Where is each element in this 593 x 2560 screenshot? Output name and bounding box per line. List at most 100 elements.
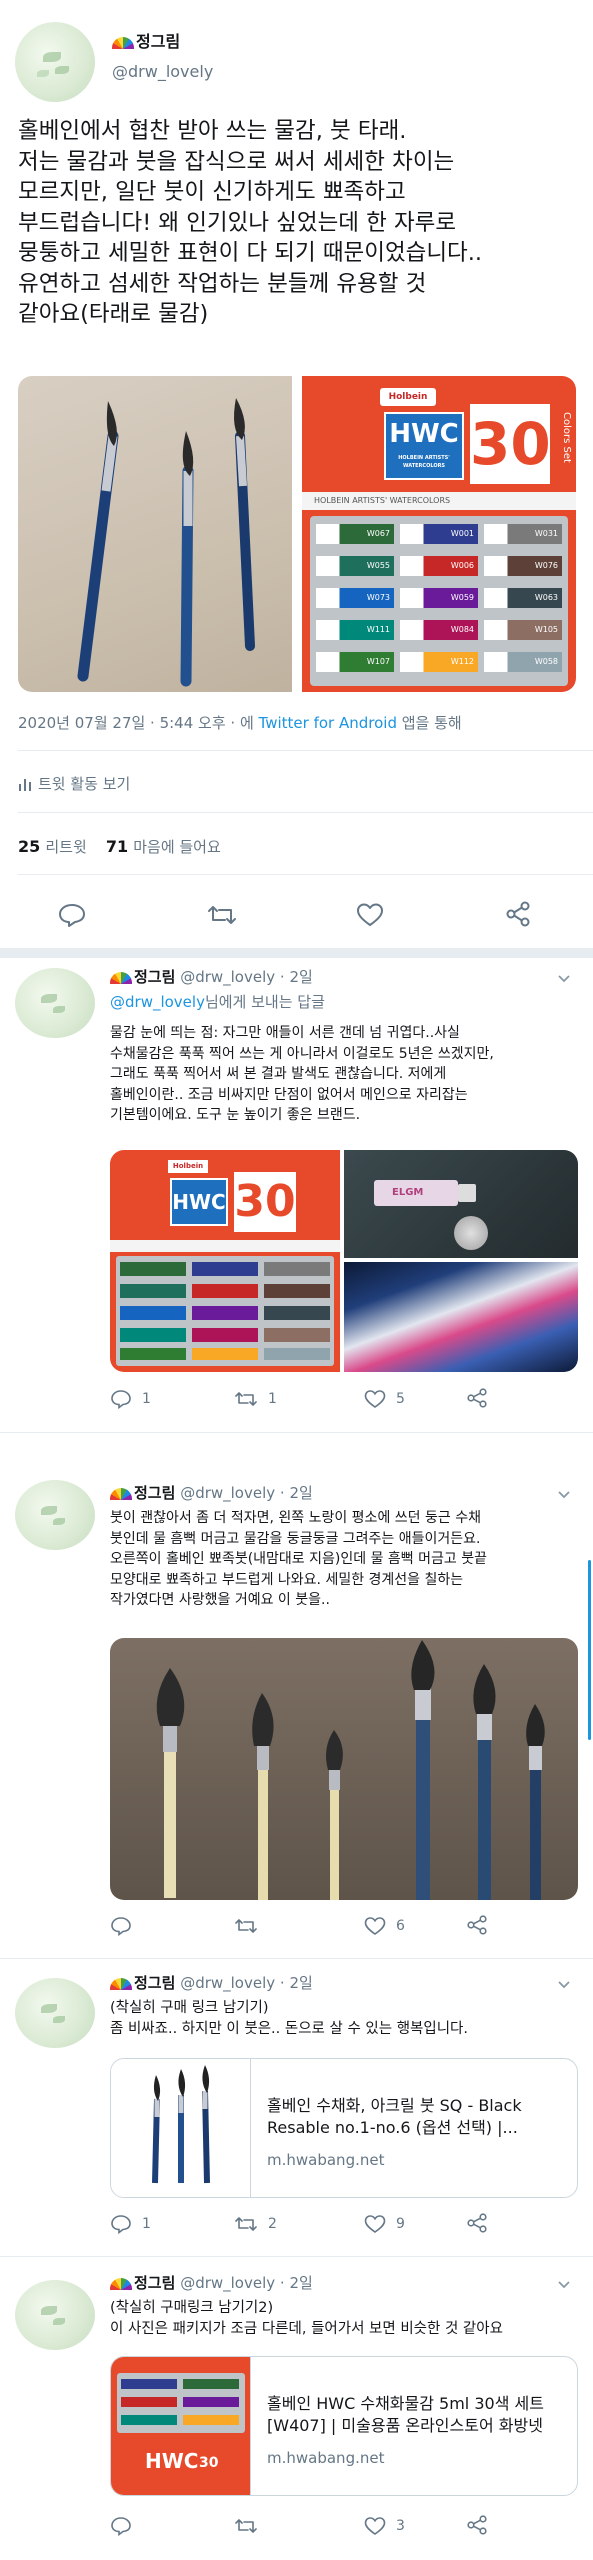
avatar[interactable] <box>15 22 95 102</box>
retweet-icon <box>235 2519 257 2533</box>
divider <box>18 874 593 875</box>
tube-label: W067 <box>316 524 394 544</box>
rainbow-icon <box>110 1487 132 1500</box>
retweet-count: 2 <box>268 2216 277 2232</box>
author-handle: @drw_lovely <box>180 2274 276 2292</box>
tweet-text-line: 부드럽습니다! 왜 인기있나 싶었는데 한 자루로 <box>18 209 457 236</box>
tweet-activity-link[interactable]: 트윗 활동 보기 <box>18 773 130 794</box>
avatar[interactable] <box>15 1480 95 1550</box>
tweet-timestamp[interactable]: 2020년 07월 27일 · 5:44 오후 · 에 Twitter for … <box>18 712 462 733</box>
reply-icon <box>111 1917 131 1936</box>
tweet-text-line: 같아요(타래로 물감) <box>18 301 209 327</box>
brush-thumbnail-illustration <box>152 2065 210 2184</box>
reply-header[interactable]: 정그림 @drw_lovely · 2일 <box>110 1972 313 1993</box>
like-icon <box>364 1390 386 1408</box>
link-card[interactable]: 홀베인 수채화, 아크릴 붓 SQ - Black Resable no.1-n… <box>110 2058 578 2198</box>
retweet-button[interactable]: 1 <box>234 1389 277 1409</box>
share-icon[interactable] <box>504 900 532 928</box>
photo-brush-comparison[interactable] <box>110 1638 578 1900</box>
scrollbar-thumb[interactable] <box>588 1560 591 1740</box>
like-button[interactable]: 3 <box>364 2516 405 2536</box>
via-link[interactable]: Twitter for Android <box>259 714 397 732</box>
chevron-down-icon[interactable] <box>558 1978 570 1990</box>
section-divider <box>0 948 593 958</box>
tweet-text-line: 홀베인에서 협찬 받아 쓰는 물감, 붓 타래. <box>18 118 407 144</box>
reply-header[interactable]: 정그림 @drw_lovely · 2일 <box>110 1482 313 1503</box>
avatar[interactable] <box>15 1978 95 2048</box>
reply-action-bar: 6 <box>110 1912 588 1942</box>
photo-paint-set[interactable]: Holbein HWC HOLBEIN ARTISTS' WATERCOLORS… <box>302 376 576 692</box>
rainbow-icon <box>110 1977 132 1990</box>
reply-time: 2일 <box>289 1484 313 1502</box>
like-button[interactable]: 9 <box>364 2214 405 2234</box>
reply-text-line: 좀 비싸죠.. 하지만 이 붓은.. 돈으로 살 수 있는 행복입니다. <box>110 2020 469 2037</box>
retweet-count: 1 <box>268 1391 277 1407</box>
rainbow-icon <box>110 2277 132 2290</box>
reply-text: 물감 눈에 띄는 점: 자그만 애들이 서른 갠데 넘 귀엽다..사실 수채물감… <box>110 1023 588 1126</box>
reply-text-line: 그래도 푹푹 찍어서 써 본 결과 발색도 괜찮습니다. 저에게 <box>110 1066 447 1082</box>
author-name: 정그림 <box>134 1974 176 1992</box>
share-button[interactable] <box>466 1387 488 1413</box>
retweet-icon <box>235 2217 257 2231</box>
reply-button[interactable] <box>110 2516 142 2536</box>
like-icon[interactable] <box>356 902 384 928</box>
reply-button[interactable]: 1 <box>110 1389 151 1409</box>
link-card[interactable]: HWC 30 홀베인 HWC 수채화물감 5ml 30색 세트 [W407] |… <box>110 2356 578 2496</box>
likes-stat[interactable]: 71 마음에 들어요 <box>106 837 221 856</box>
chevron-down-icon[interactable] <box>558 972 570 984</box>
retweet-button[interactable]: 2 <box>234 2214 277 2234</box>
chevron-down-icon[interactable] <box>558 2278 570 2290</box>
color-count: 30 <box>470 404 551 484</box>
reply-count: 1 <box>142 1391 151 1407</box>
share-button[interactable] <box>466 2514 488 2540</box>
share-button[interactable] <box>466 2212 488 2238</box>
card-title-line: [W407] | 미술용품 온라인스토어 화방넷 <box>267 2416 543 2435</box>
like-button[interactable]: 6 <box>364 1916 405 1936</box>
tube-label: W058 <box>484 652 562 672</box>
tube-label: W111 <box>316 620 394 640</box>
retweet-icon[interactable] <box>206 902 238 928</box>
like-icon <box>364 1917 386 1935</box>
chevron-down-icon[interactable] <box>558 1488 570 1500</box>
author-name-row[interactable]: 정그림 <box>112 28 180 52</box>
reply-button[interactable] <box>110 1916 142 1936</box>
card-url: m.hwabang.net <box>267 2449 385 2467</box>
tube-label: W073 <box>316 588 394 608</box>
box-strip: HOLBEIN ARTISTS' WATERCOLORS <box>302 492 576 510</box>
main-action-bar <box>0 896 593 936</box>
photo-painting[interactable] <box>344 1262 578 1372</box>
avatar[interactable] <box>15 968 95 1038</box>
card-title-line: Resable no.1-no.6 (옵션 선택) |... <box>267 2118 518 2137</box>
avatar[interactable] <box>15 2280 95 2350</box>
tube-label: W105 <box>484 620 562 640</box>
tweet-text-line: 저는 물감과 붓을 잡식으로 써서 세세한 차이는 <box>18 148 455 175</box>
photo-brushes[interactable] <box>18 376 292 692</box>
photo-paint-set-small[interactable]: Holbein HWC 30 <box>110 1150 340 1372</box>
author-name: 정그림 <box>134 968 176 986</box>
reply-header[interactable]: 정그림 @drw_lovely · 2일 <box>110 2272 313 2293</box>
retweets-stat[interactable]: 25 리트윗 <box>18 837 87 856</box>
like-button[interactable]: 5 <box>364 1389 405 1409</box>
photo-paint-tube[interactable]: ELGM <box>344 1150 578 1258</box>
hwc-title: HWC <box>170 1178 228 1226</box>
reply-action-bar: 3 <box>110 2512 588 2542</box>
reply-to-link[interactable]: @drw_lovely <box>110 993 205 1011</box>
tube-label: W112 <box>400 652 478 672</box>
share-button[interactable] <box>466 1914 488 1940</box>
reply-icon <box>111 2215 131 2234</box>
brushes-illustration <box>77 398 255 687</box>
retweet-button[interactable] <box>234 2516 268 2536</box>
reply-text: (착실히 구매 링크 남기기) 좀 비싸죠.. 하지만 이 붓은.. 돈으로 살… <box>110 1998 588 2039</box>
reply-button[interactable]: 1 <box>110 2214 151 2234</box>
reply-icon <box>111 1390 131 1409</box>
author-name: 정그림 <box>136 32 181 51</box>
reply-text-line: 오른쪽이 홀베인 뾰족붓(내맘대로 지음)인데 물 흠뻑 머금고 붓끝 <box>110 1551 487 1567</box>
reply-action-bar: 1 1 5 <box>110 1385 588 1415</box>
author-handle[interactable]: @drw_lovely <box>112 62 213 81</box>
bar-chart-icon <box>19 778 31 791</box>
reply-icon[interactable] <box>58 902 86 928</box>
rainbow-icon <box>110 971 132 984</box>
reply-header[interactable]: 정그림 @drw_lovely · 2일 <box>110 966 313 987</box>
author-handle: @drw_lovely <box>180 1484 276 1502</box>
retweet-button[interactable] <box>234 1916 268 1936</box>
